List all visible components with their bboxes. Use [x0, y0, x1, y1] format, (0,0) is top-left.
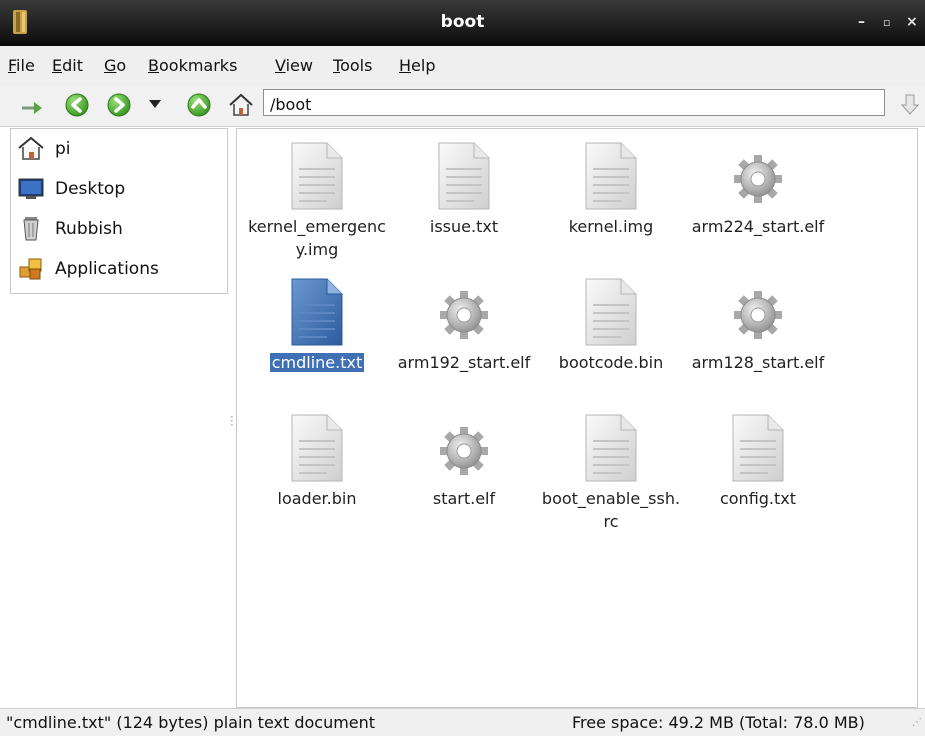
minimize-button[interactable]: –: [858, 14, 865, 30]
file-name: boot_enable_ssh.rc: [541, 489, 681, 531]
document-icon: [585, 142, 637, 210]
home-icon[interactable]: [228, 92, 254, 118]
menu-view[interactable]: View: [275, 56, 313, 75]
sidebar-item-rubbish[interactable]: Rubbish: [17, 213, 222, 245]
menu-help[interactable]: Help: [399, 56, 435, 75]
file-item-kernel-emergency-img[interactable]: kernel_emergency.img: [247, 141, 387, 261]
location-input[interactable]: [263, 89, 885, 116]
file-item-loader-bin[interactable]: loader.bin: [247, 413, 387, 533]
applications-icon: [19, 258, 42, 280]
file-name: kernel_emergency.img: [248, 217, 386, 259]
toolbar: [0, 86, 925, 127]
document-icon: [291, 278, 343, 346]
trash-icon: [23, 217, 39, 241]
maximize-button[interactable]: ▫: [883, 15, 890, 31]
selection-status: "cmdline.txt" (124 bytes) plain text doc…: [6, 713, 376, 732]
back-arrow-icon[interactable]: [64, 92, 90, 118]
forward-arrow-icon[interactable]: [106, 92, 132, 118]
document-icon: [585, 278, 637, 346]
file-item-issue-txt[interactable]: issue.txt: [394, 141, 534, 261]
document-icon: [438, 142, 490, 210]
file-name: bootcode.bin: [558, 353, 664, 372]
menu-edit[interactable]: Edit: [52, 56, 83, 75]
sidebar-item-desktop[interactable]: Desktop: [17, 173, 222, 205]
menu-tools[interactable]: Tools: [333, 56, 372, 75]
sidebar-item-applications[interactable]: Applications: [17, 253, 222, 285]
sidebar-places: pi Desktop Rubbish Applications: [10, 128, 228, 294]
document-icon: [732, 414, 784, 482]
go-button-icon[interactable]: [898, 92, 922, 118]
history-dropdown-icon[interactable]: [148, 99, 162, 109]
file-name: loader.bin: [277, 489, 357, 508]
document-icon: [291, 142, 343, 210]
window-title: boot: [440, 12, 485, 32]
executable-gear-icon: [734, 155, 782, 203]
close-button[interactable]: ×: [906, 14, 918, 30]
file-item-bootcode-bin[interactable]: bootcode.bin: [541, 277, 681, 397]
status-bar: "cmdline.txt" (124 bytes) plain text doc…: [0, 708, 925, 736]
document-icon: [291, 414, 343, 482]
file-item-arm128-start-elf[interactable]: arm128_start.elf: [688, 277, 828, 397]
document-icon: [585, 414, 637, 482]
free-space-status: Free space: 49.2 MB (Total: 78.0 MB): [572, 713, 865, 732]
file-item-boot-enable-ssh-rc[interactable]: boot_enable_ssh.rc: [541, 413, 681, 533]
sidebar-item-label: pi: [55, 139, 71, 159]
sidebar-item-label: Desktop: [55, 179, 126, 199]
file-name: config.txt: [719, 489, 797, 508]
pane-resize-handle[interactable]: · · ·: [230, 411, 234, 431]
title-bar: boot – ▫ ×: [0, 0, 925, 46]
desktop-icon: [18, 178, 44, 199]
file-item-start-elf[interactable]: start.elf: [394, 413, 534, 533]
menu-file[interactable]: File: [8, 56, 35, 75]
file-item-config-txt[interactable]: config.txt: [688, 413, 828, 533]
resize-grip-icon[interactable]: ⋰: [912, 717, 922, 728]
executable-gear-icon: [440, 427, 488, 475]
menu-bar: File Edit Go Bookmarks View Tools Help: [0, 46, 925, 87]
menu-go[interactable]: Go: [104, 56, 126, 75]
go-to-location-icon[interactable]: [20, 96, 46, 116]
file-item-kernel-img[interactable]: kernel.img: [541, 141, 681, 261]
sidebar-item-pi[interactable]: pi: [17, 133, 222, 165]
sidebar-item-label: Rubbish: [55, 219, 123, 239]
file-name: start.elf: [432, 489, 496, 508]
file-name: issue.txt: [429, 217, 499, 236]
home-icon: [18, 136, 44, 160]
file-item-arm224-start-elf[interactable]: arm224_start.elf: [688, 141, 828, 261]
file-item-cmdline-txt[interactable]: cmdline.txt: [247, 277, 387, 397]
executable-gear-icon: [440, 291, 488, 339]
sidebar-item-label: Applications: [55, 259, 159, 279]
file-item-arm192-start-elf[interactable]: arm192_start.elf: [394, 277, 534, 397]
file-name: arm128_start.elf: [691, 353, 825, 372]
file-name: kernel.img: [568, 217, 654, 236]
menu-bookmarks[interactable]: Bookmarks: [148, 56, 237, 75]
file-name: arm192_start.elf: [397, 353, 531, 372]
file-view: kernel_emergency.img issue.txt kernel.im…: [236, 128, 918, 708]
file-name: arm224_start.elf: [691, 217, 825, 236]
file-name-selected: cmdline.txt: [269, 353, 365, 372]
up-arrow-icon[interactable]: [186, 92, 212, 118]
executable-gear-icon: [734, 291, 782, 339]
